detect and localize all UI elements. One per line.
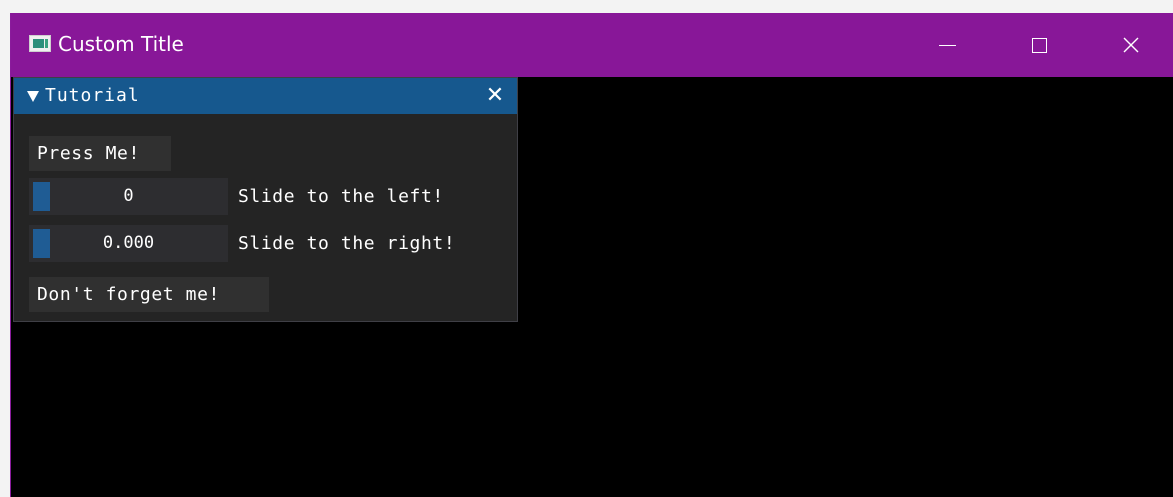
window-title: Custom Title <box>58 32 184 56</box>
int-slider-label: Slide to the left! <box>238 186 444 207</box>
app-window: Custom Title Tutorial ✕ Press Me! 0 Slid… <box>10 13 1173 497</box>
tutorial-titlebar[interactable]: Tutorial ✕ <box>14 78 517 114</box>
tutorial-panel: Tutorial ✕ Press Me! 0 Slide to the left… <box>13 77 518 322</box>
window-titlebar[interactable]: Custom Title <box>11 13 1173 77</box>
tutorial-close-button[interactable]: ✕ <box>482 82 508 110</box>
float-slider-label: Slide to the right! <box>238 233 456 254</box>
triangle-down-icon[interactable] <box>27 91 39 102</box>
minimize-button[interactable] <box>924 13 970 77</box>
int-slider-value: 0 <box>123 186 134 206</box>
app-window-icon <box>29 35 51 52</box>
maximize-icon <box>1031 37 1047 53</box>
float-slider[interactable]: 0.000 <box>29 225 228 262</box>
press-me-button[interactable]: Press Me! <box>29 136 171 171</box>
dont-forget-me-button[interactable]: Don't forget me! <box>29 277 269 312</box>
close-icon <box>1123 37 1139 53</box>
close-window-button[interactable] <box>1108 13 1154 77</box>
tutorial-title: Tutorial <box>45 85 140 106</box>
maximize-button[interactable] <box>1016 13 1062 77</box>
minimize-icon <box>938 44 956 46</box>
int-slider[interactable]: 0 <box>29 178 228 215</box>
float-slider-value: 0.000 <box>102 233 155 253</box>
